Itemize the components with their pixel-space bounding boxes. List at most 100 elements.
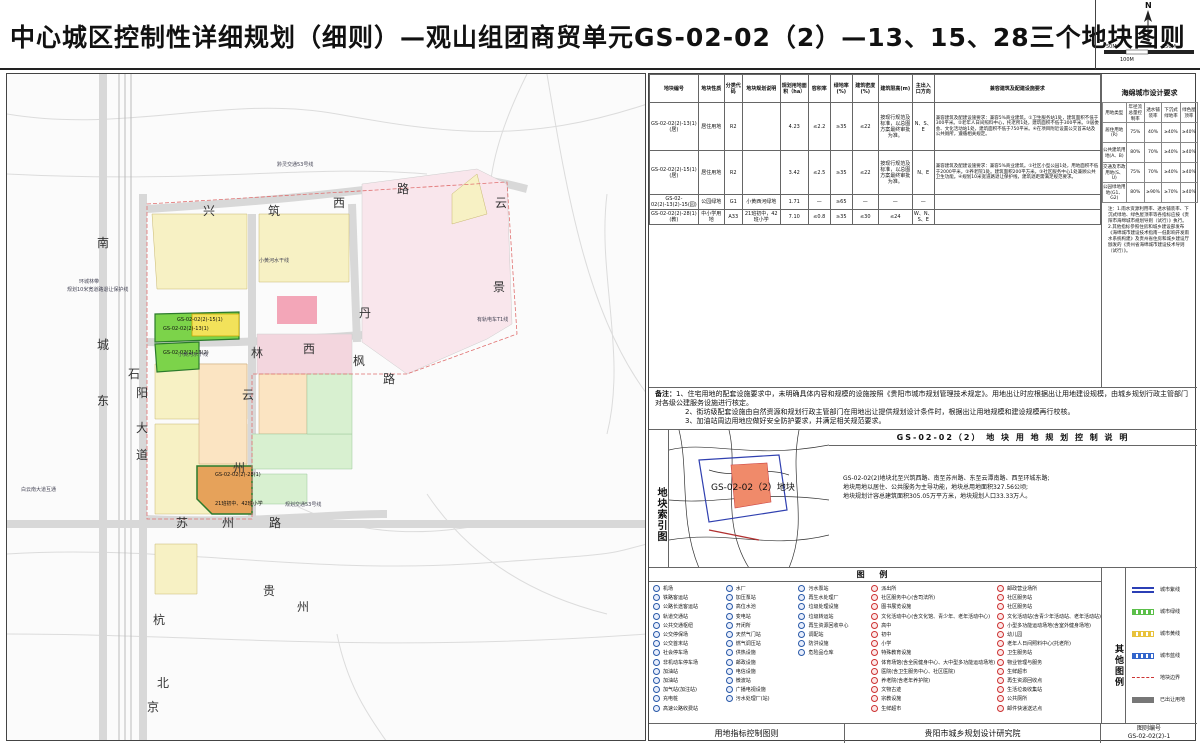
cell: ≥35: [829, 209, 853, 225]
legend-symbol-icon: [725, 612, 733, 620]
legend-item: 社区服务中心(含司法所): [871, 593, 995, 602]
locator-label: 地块索引图: [649, 430, 669, 568]
legend-item: 高位水池: [725, 602, 797, 611]
legend-item: 污水处理厂(站): [725, 694, 797, 703]
cell: ≤22: [851, 102, 879, 151]
legend-item-label: 公交停保场: [663, 632, 689, 639]
page-title: 中心城区控制性详细规划（细则）—观山组团商贸单元GS-02-02（2）—13、1…: [10, 23, 1186, 52]
plot-label-15-1[interactable]: GS-02-02(2)-15(1): [177, 317, 223, 323]
road-label-su: 苏: [176, 516, 189, 530]
map-note-line53b: 规划交通53号线: [285, 502, 322, 508]
legend-item: 初中: [871, 630, 995, 639]
other-legend-label: 其他图例: [1102, 568, 1126, 724]
legend-item: 邮政设施: [725, 658, 797, 667]
legend-item: 微波站: [725, 676, 797, 685]
control-table: 地块编号 地块性质 分类代码 地块规划说明 规划用地面积（ha） 容积率 绿地率…: [649, 74, 1102, 225]
map-panel[interactable]: 兴 筑 西 路 云 景 丹 石 林 西 路 枫 阳 云 东 大 道 州 苏 州 …: [6, 73, 646, 741]
legend-item-purple-line: 城市紫线: [1132, 586, 1180, 593]
legend-symbol-icon: [725, 649, 733, 657]
legend-item-label: 社会停车场: [663, 650, 689, 657]
legend-item-label: 社区服务站: [1007, 595, 1033, 602]
road-label-dong: 东: [97, 394, 110, 408]
cell: ≥35: [829, 150, 853, 195]
legend-item-blue-line: 城市蓝线: [1132, 652, 1180, 659]
scale-label-250: 250M: [1162, 44, 1176, 50]
control-explanation-panel: GS-02-02（2） 地 块 用 地 规 划 控 制 说 明 GS-02-02…: [829, 429, 1197, 567]
legend-item-label: 高位水池: [735, 604, 756, 611]
cell: 21班初中，42班小学: [741, 209, 781, 225]
legend-item: 防洪设施: [798, 639, 869, 648]
legend-item-label: 小学: [881, 641, 892, 648]
cell: 70%: [1143, 162, 1163, 183]
cell: ≥40%: [1179, 162, 1199, 183]
legend-symbol-icon: [725, 695, 733, 703]
legend-symbol-icon: [725, 686, 733, 694]
legend-item-yellow-line: 城市黄线: [1132, 630, 1180, 637]
legend-symbol-icon: [997, 667, 1005, 675]
legend-symbol-icon: [871, 594, 879, 602]
legend-item-label: 铁路客运站: [663, 595, 689, 602]
legend-item-label: 卫生服务站: [1007, 650, 1033, 657]
legend-item: 高中: [871, 621, 995, 630]
legend-symbol-icon: [653, 658, 660, 666]
legend-symbol-icon: [871, 621, 879, 629]
legend-symbol-icon: [725, 621, 733, 629]
cell: 用地类型: [1102, 102, 1127, 123]
th-plot-code: 地块编号: [649, 74, 699, 103]
cell: 下沉式绿地率: [1161, 102, 1181, 123]
legend-item: 电信设施: [725, 667, 797, 676]
legend-symbol-icon: [653, 649, 660, 657]
legend-item: 机场: [653, 584, 724, 593]
other-legend-panel: 其他图例 城市紫线 城市绿线 城市黄线 城市蓝线 地块边界 已出让用地: [1101, 568, 1197, 724]
th-desc: 地块规划说明: [741, 74, 781, 103]
legend-symbol-icon: [798, 612, 806, 620]
legend-grid: 机场 铁路客运站 公路长途客运站 轨道交通站 公共交通枢纽 公交停保场 公交首末站 社会停车场…: [653, 584, 1101, 722]
legend-item-label: 老年人日间照料中心(托老所): [1007, 641, 1072, 648]
legend-item-label: 垃圾转运站: [808, 613, 834, 620]
road-label-yun2: 云: [242, 388, 255, 402]
legend-symbol-icon: [871, 686, 879, 694]
locator-map[interactable]: GS-02-02（2）地块: [669, 430, 829, 568]
legend-item-plot-boundary: 地块边界: [1132, 674, 1180, 681]
legend-item-label: 城市紫线: [1160, 587, 1181, 593]
legend-item: 天然气门站: [725, 630, 797, 639]
cell: —: [807, 194, 831, 210]
legend-item-label: 养老院(含老年养护院): [881, 677, 931, 684]
cell: ≥40%: [1161, 162, 1181, 183]
plot-label-13-1[interactable]: GS-02-02(2)-13(1): [163, 326, 209, 332]
legend-symbol-icon: [871, 667, 879, 675]
legend-panel: 图 例 机场 铁路客运站 公路长途客运站 轨道交通站 公共交通枢纽 公交停保场 公交首末站社…: [649, 567, 1197, 724]
legend-symbol-icon: [725, 640, 733, 648]
legend-item: 邮件快递送达点: [997, 703, 1101, 712]
cell: ≥40%: [1179, 142, 1199, 163]
legend-item-label: 天然气门站: [735, 632, 761, 639]
legend-symbol-icon: [653, 621, 660, 629]
road-label-shi: 石: [128, 367, 141, 381]
legend-item-label: 医院(含卫生服务中心、社区医院): [881, 668, 956, 675]
cell: [741, 102, 781, 151]
plot-label-28-1[interactable]: GS-02-02(2)-28(1): [215, 472, 261, 478]
legend-item: 再生水处理厂: [798, 593, 869, 602]
sheet-number-label: 图则编号: [1136, 725, 1161, 732]
legend-symbol-icon: [871, 658, 879, 666]
legend-item-label: 再生资源回收点: [1007, 677, 1043, 684]
th-use: 地块性质: [697, 74, 725, 103]
legend-item-label: 生活垃圾收集站: [1007, 687, 1043, 694]
cell: 居住用地: [697, 150, 725, 195]
legend-item: 再生资源回收点: [997, 676, 1101, 685]
legend-item: 垃圾处理设施: [798, 602, 869, 611]
road-label-dan: 丹: [359, 306, 372, 320]
legend-symbol-icon: [997, 585, 1005, 593]
legend-item-label: 轨道交通站: [663, 613, 689, 620]
cell: G1: [723, 194, 743, 210]
road-label-cheng: 城: [97, 338, 110, 352]
legend-item: 供热设施: [725, 648, 797, 657]
road-label-yun1: 云: [495, 196, 508, 210]
legend-item: 宗教设施: [871, 694, 995, 703]
legend-item-label: 城市绿线: [1160, 609, 1181, 615]
legend-item-label: 广播电视设施: [735, 687, 766, 694]
legend-item-label: 电信设施: [735, 668, 756, 675]
cell: ≥40%: [1179, 182, 1199, 203]
road-label-lin: 林: [251, 346, 264, 360]
legend-item: 社会停车场: [653, 648, 724, 657]
